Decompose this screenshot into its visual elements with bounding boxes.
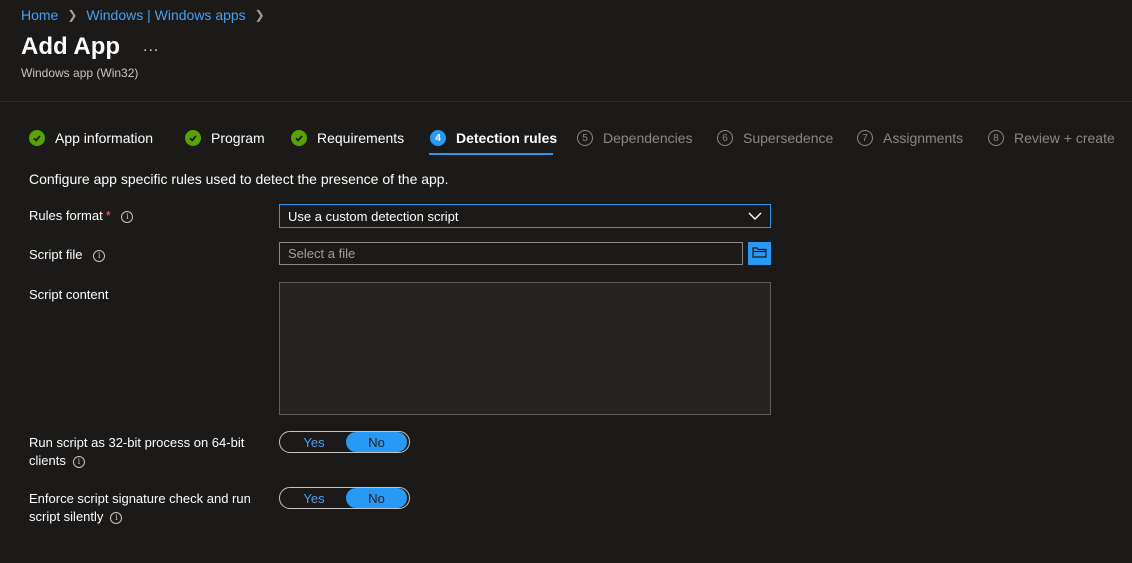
tab-label: Dependencies	[603, 130, 693, 146]
tab-app-information[interactable]: App information	[29, 122, 153, 154]
tab-detection-rules[interactable]: 4 Detection rules	[430, 122, 557, 154]
info-icon[interactable]: i	[72, 455, 85, 468]
page-subtitle: Windows app (Win32)	[21, 66, 139, 80]
step-number-badge: 5	[577, 130, 593, 146]
tab-review-create[interactable]: 8 Review + create	[988, 122, 1115, 154]
script-content-label: Script content	[29, 287, 109, 302]
script-content-textarea[interactable]	[279, 282, 771, 415]
header-divider	[0, 101, 1132, 102]
step-number-badge: 4	[430, 130, 446, 146]
chevron-down-icon	[748, 207, 762, 225]
tab-assignments[interactable]: 7 Assignments	[857, 122, 963, 154]
tab-requirements[interactable]: Requirements	[291, 122, 404, 154]
run-32bit-label-row: Run script as 32-bit process on 64-bit c…	[29, 434, 244, 470]
active-tab-indicator	[429, 153, 553, 155]
rules-format-selected-value: Use a custom detection script	[288, 208, 459, 224]
folder-icon	[752, 245, 767, 263]
tab-label: Detection rules	[456, 130, 558, 146]
rules-format-label: Rules format	[29, 208, 103, 223]
info-icon[interactable]: i	[93, 249, 106, 262]
checkmark-icon	[185, 130, 201, 146]
page-title: Add App	[21, 33, 121, 60]
tab-label: Program	[211, 130, 265, 146]
enforce-signature-yes-option[interactable]: Yes	[283, 488, 345, 508]
checkmark-icon	[291, 130, 307, 146]
browse-file-button[interactable]	[748, 242, 771, 265]
tab-label: Requirements	[317, 130, 405, 146]
tab-dependencies[interactable]: 5 Dependencies	[577, 122, 693, 154]
run-32bit-label-line1: Run script as 32-bit process on 64-bit	[29, 435, 245, 450]
chevron-right-icon: ❯	[254, 8, 265, 22]
chevron-right-icon: ❯	[67, 8, 78, 22]
info-icon[interactable]: i	[121, 210, 134, 223]
enforce-signature-label-line1: Enforce script signature check and run	[29, 491, 251, 506]
script-file-label-row: Script file i	[29, 246, 106, 264]
more-options-button[interactable]: ...	[143, 38, 159, 56]
tab-supersedence[interactable]: 6 Supersedence	[717, 122, 833, 154]
step-number-badge: 6	[717, 130, 733, 146]
run-32bit-label-line2: clients	[29, 453, 66, 468]
info-icon[interactable]: i	[110, 511, 123, 524]
tab-label: Review + create	[1014, 130, 1115, 146]
breadcrumb-windows-apps-link[interactable]: Windows | Windows apps	[86, 7, 245, 23]
checkmark-icon	[29, 130, 45, 146]
page-header: Home ❯ Windows | Windows apps ❯ Add App …	[0, 0, 1132, 102]
step-number-badge: 8	[988, 130, 1004, 146]
script-file-label: Script file	[29, 247, 83, 262]
breadcrumb: Home ❯ Windows | Windows apps ❯	[21, 7, 274, 23]
breadcrumb-home-link[interactable]: Home	[21, 7, 58, 23]
enforce-signature-toggle[interactable]: Yes No	[279, 487, 410, 509]
enforce-signature-no-option[interactable]: No	[346, 488, 407, 508]
tab-program[interactable]: Program	[185, 122, 265, 154]
rules-format-dropdown[interactable]: Use a custom detection script	[279, 204, 771, 228]
tab-label: App information	[55, 130, 154, 146]
enforce-signature-label-line2: script silently	[29, 509, 104, 524]
section-description: Configure app specific rules used to det…	[29, 171, 449, 187]
enforce-signature-label-row: Enforce script signature check and run s…	[29, 490, 251, 526]
tab-label: Supersedence	[743, 130, 834, 146]
script-file-field[interactable]	[279, 242, 743, 265]
run-32bit-no-option[interactable]: No	[346, 432, 407, 452]
tab-label: Assignments	[883, 130, 964, 146]
run-32bit-yes-option[interactable]: Yes	[283, 432, 345, 452]
step-number-badge: 7	[857, 130, 873, 146]
script-file-input[interactable]	[280, 243, 742, 264]
rules-format-label-row: Rules format * i	[29, 207, 134, 225]
required-marker: *	[105, 208, 111, 223]
run-32bit-toggle[interactable]: Yes No	[279, 431, 410, 453]
